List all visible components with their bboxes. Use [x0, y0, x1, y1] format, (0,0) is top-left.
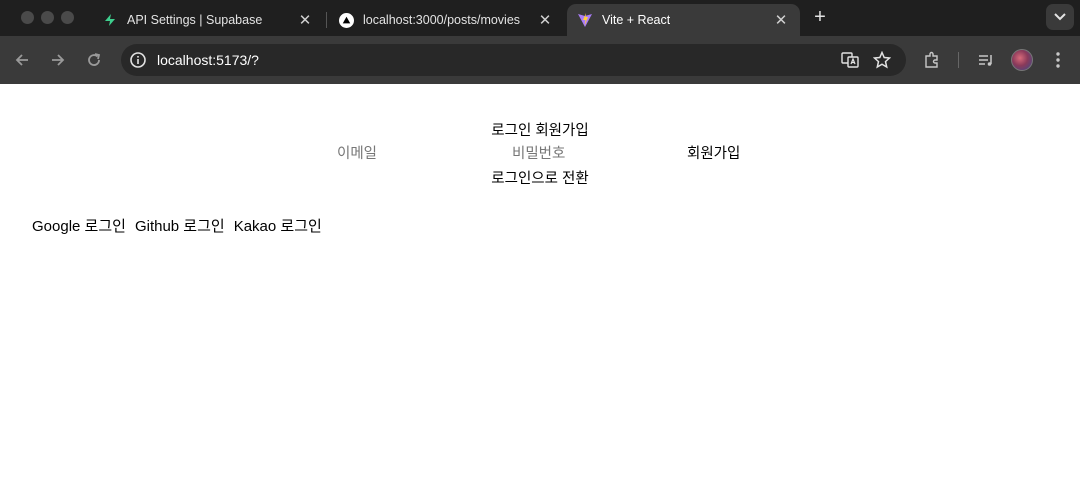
kakao-login-button[interactable]: Kakao 로그인: [234, 215, 322, 236]
profile-avatar[interactable]: [1011, 49, 1033, 71]
window-zoom-dot[interactable]: [61, 11, 74, 24]
tab-vite-react[interactable]: Vite + React ✕: [567, 4, 800, 36]
page-content: 로그인 회원가입 이메일 비밀번호 회원가입 로그인으로 전환 Google 로…: [0, 84, 1080, 481]
reload-icon: [88, 53, 101, 66]
tab-title: Vite + React: [602, 13, 671, 27]
toolbar-separator: [958, 52, 959, 68]
tab-supabase[interactable]: API Settings | Supabase ✕: [92, 4, 324, 36]
arrow-left-icon: [15, 54, 28, 66]
close-icon[interactable]: ✕: [296, 11, 314, 29]
signup-mode-button[interactable]: 회원가입: [535, 123, 588, 139]
chevron-down-icon: [1054, 13, 1066, 21]
tab-search-button[interactable]: [1046, 4, 1074, 30]
close-icon[interactable]: ✕: [536, 11, 554, 29]
site-info-icon[interactable]: [129, 51, 147, 69]
extensions-icon[interactable]: [922, 50, 942, 70]
translate-icon[interactable]: [840, 50, 860, 70]
window-close-dot[interactable]: [21, 11, 34, 24]
supabase-icon: [102, 12, 118, 28]
more-menu-icon[interactable]: [1048, 50, 1068, 70]
browser-tabstrip: API Settings | Supabase ✕ localhost:3000…: [0, 0, 1080, 36]
new-tab-button[interactable]: +: [809, 7, 831, 29]
signup-submit-button[interactable]: 회원가입: [687, 142, 740, 163]
password-field[interactable]: 비밀번호: [512, 142, 565, 163]
close-icon[interactable]: ✕: [772, 11, 790, 29]
login-mode-button[interactable]: 로그인: [491, 123, 531, 139]
window-minimize-dot[interactable]: [41, 11, 54, 24]
bookmark-star-icon[interactable]: [872, 50, 892, 70]
tab-localhost-posts[interactable]: localhost:3000/posts/movies ✕: [328, 4, 564, 36]
switch-to-login-button[interactable]: 로그인으로 전환: [0, 167, 1080, 188]
url-text[interactable]: localhost:5173/?: [157, 52, 259, 68]
tab-title: API Settings | Supabase: [127, 13, 263, 27]
github-login-button[interactable]: Github 로그인: [135, 215, 225, 236]
auth-form: 이메일 비밀번호 회원가입: [0, 142, 1080, 162]
forward-button[interactable]: [48, 50, 68, 70]
tab-separator: [326, 12, 327, 28]
media-control-icon[interactable]: [976, 50, 996, 70]
back-button[interactable]: [12, 50, 32, 70]
email-field[interactable]: 이메일: [337, 142, 377, 163]
browser-toolbar: localhost:5173/?: [0, 36, 1080, 84]
arrow-right-icon: [52, 54, 65, 66]
social-login-row: Google 로그인 Github 로그인 Kakao 로그인: [32, 215, 322, 236]
vite-icon: [577, 12, 593, 28]
address-bar[interactable]: localhost:5173/?: [121, 44, 906, 76]
tab-title: localhost:3000/posts/movies: [363, 13, 521, 27]
reload-button[interactable]: [84, 50, 104, 70]
google-login-button[interactable]: Google 로그인: [32, 215, 126, 236]
nextjs-icon: [338, 12, 354, 28]
auth-mode-tabs: 로그인 회원가입: [0, 119, 1080, 140]
